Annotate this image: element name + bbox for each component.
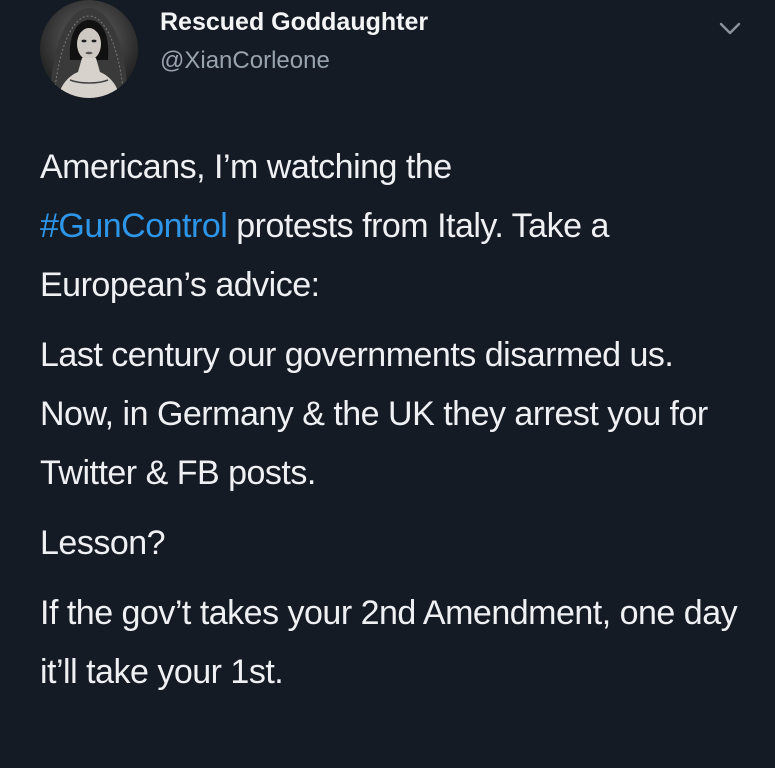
tweet-text-segment: Americans, I’m watching the (40, 148, 452, 186)
tweet-paragraph-2: Last century our governments disarmed us… (40, 336, 708, 492)
display-name[interactable]: Rescued Goddaughter (160, 8, 428, 37)
tweet-paragraph-1: Americans, I’m watching the #GunControl p… (40, 138, 745, 315)
tweet-paragraph-3: Lesson? (40, 524, 166, 562)
tweet-card: Rescued Goddaughter @XianCorleone Americ… (0, 0, 775, 768)
chevron-down-icon[interactable] (712, 10, 748, 46)
avatar[interactable] (40, 0, 138, 98)
avatar-image (40, 0, 138, 98)
tweet-paragraph-4: If the gov’t takes your 2nd Amendment, o… (40, 594, 738, 691)
tweet-text: Americans, I’m watching the #GunControl p… (40, 138, 745, 713)
tweet-header: Rescued Goddaughter @XianCorleone (40, 0, 745, 100)
user-handle[interactable]: @XianCorleone (160, 47, 330, 75)
hashtag-link[interactable]: #GunControl (40, 207, 228, 245)
